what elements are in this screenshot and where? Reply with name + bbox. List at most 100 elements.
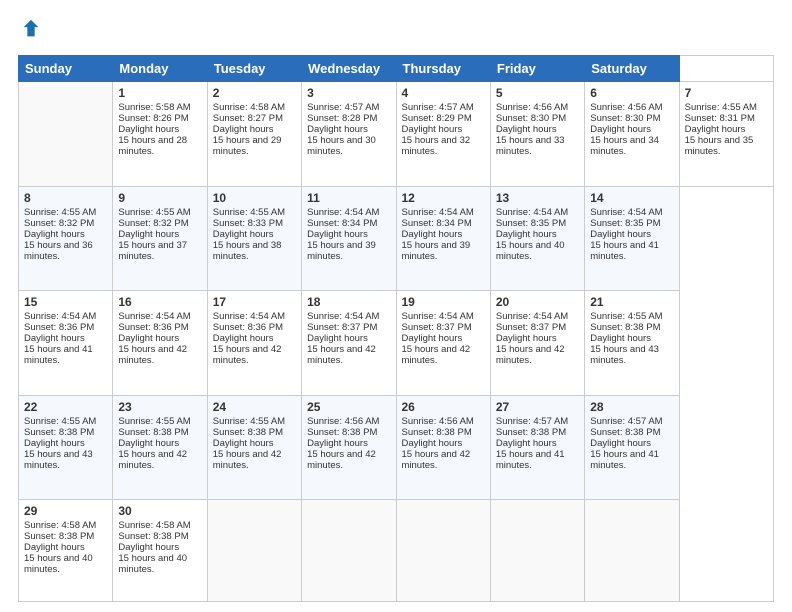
day-info: Sunrise: 5:58 AMSunset: 8:26 PMDaylight … [118,102,190,157]
day-cell: 12 Sunrise: 4:54 AMSunset: 8:34 PMDayligh… [396,186,490,291]
day-cell: 15 Sunrise: 4:54 AMSunset: 8:36 PMDayligh… [19,291,113,396]
day-number: 16 [118,295,201,309]
day-info: Sunrise: 4:57 AMSunset: 8:29 PMDaylight … [402,102,474,157]
week-row: 22 Sunrise: 4:55 AMSunset: 8:38 PMDayligh… [19,395,774,500]
day-cell: 16 Sunrise: 4:54 AMSunset: 8:36 PMDayligh… [113,291,207,396]
week-row: 8 Sunrise: 4:55 AMSunset: 8:32 PMDaylight… [19,186,774,291]
day-info: Sunrise: 4:58 AMSunset: 8:38 PMDaylight … [118,520,190,575]
day-cell: 2 Sunrise: 4:58 AMSunset: 8:27 PMDaylight… [207,82,301,187]
day-cell: 23 Sunrise: 4:55 AMSunset: 8:38 PMDayligh… [113,395,207,500]
col-header-monday: Monday [113,56,207,82]
day-number: 19 [402,295,485,309]
day-info: Sunrise: 4:54 AMSunset: 8:35 PMDaylight … [590,207,662,262]
header-row: SundayMondayTuesdayWednesdayThursdayFrid… [19,56,774,82]
day-number: 14 [590,191,673,205]
day-number: 5 [496,86,579,100]
day-number: 12 [402,191,485,205]
day-info: Sunrise: 4:54 AMSunset: 8:34 PMDaylight … [307,207,379,262]
day-cell: 18Sunrise: 4:54 AMSunset: 8:37 PMDayligh… [302,291,396,396]
day-info: Sunrise: 4:55 AMSunset: 8:38 PMDaylight … [213,416,285,471]
day-cell: 30 Sunrise: 4:58 AMSunset: 8:38 PMDayligh… [113,500,207,602]
day-number: 3 [307,86,390,100]
day-cell: 25 Sunrise: 4:56 AMSunset: 8:38 PMDayligh… [302,395,396,500]
day-cell: 22Sunrise: 4:55 AMSunset: 8:38 PMDayligh… [19,395,113,500]
day-number: 24 [213,400,296,414]
day-number: 25 [307,400,390,414]
day-cell: 13 Sunrise: 4:54 AMSunset: 8:35 PMDayligh… [490,186,584,291]
day-cell: 9 Sunrise: 4:55 AMSunset: 8:32 PMDaylight… [113,186,207,291]
day-info: Sunrise: 4:54 AMSunset: 8:35 PMDaylight … [496,207,568,262]
day-cell: 3 Sunrise: 4:57 AMSunset: 8:28 PMDaylight… [302,82,396,187]
day-info: Sunrise: 4:54 AMSunset: 8:34 PMDaylight … [402,207,474,262]
week-row: 1 Sunrise: 5:58 AMSunset: 8:26 PMDaylight… [19,82,774,187]
day-info: Sunrise: 4:56 AMSunset: 8:38 PMDaylight … [307,416,379,471]
day-number: 28 [590,400,673,414]
day-number: 8 [24,191,107,205]
day-cell [207,500,301,602]
col-header-wednesday: Wednesday [302,56,396,82]
day-number: 9 [118,191,201,205]
day-info: Sunrise: 4:58 AMSunset: 8:27 PMDaylight … [213,102,285,157]
day-info: Sunrise: 4:58 AMSunset: 8:38 PMDaylight … [24,520,96,575]
day-info: Sunrise: 4:54 AMSunset: 8:37 PMDaylight … [496,311,568,366]
day-cell: 19 Sunrise: 4:54 AMSunset: 8:37 PMDayligh… [396,291,490,396]
day-info: Sunrise: 4:54 AMSunset: 8:36 PMDaylight … [118,311,190,366]
calendar-page: SundayMondayTuesdayWednesdayThursdayFrid… [0,0,792,612]
day-cell: 14 Sunrise: 4:54 AMSunset: 8:35 PMDayligh… [585,186,679,291]
day-number: 4 [402,86,485,100]
day-number: 18 [307,295,390,309]
week-row: 15 Sunrise: 4:54 AMSunset: 8:36 PMDayligh… [19,291,774,396]
day-info: Sunrise: 4:55 AMSunset: 8:31 PMDaylight … [685,102,757,157]
day-cell: 26Sunrise: 4:56 AMSunset: 8:38 PMDayligh… [396,395,490,500]
day-number: 11 [307,191,390,205]
col-header-saturday: Saturday [585,56,679,82]
day-number: 13 [496,191,579,205]
day-info: Sunrise: 4:55 AMSunset: 8:32 PMDaylight … [118,207,190,262]
day-cell: 10 Sunrise: 4:55 AMSunset: 8:33 PMDayligh… [207,186,301,291]
day-cell: 5 Sunrise: 4:56 AMSunset: 8:30 PMDaylight… [490,82,584,187]
day-number: 10 [213,191,296,205]
day-number: 21 [590,295,673,309]
day-cell: 28 Sunrise: 4:57 AMSunset: 8:38 PMDayligh… [585,395,679,500]
logo [18,18,42,45]
day-cell [585,500,679,602]
day-number: 29 [24,504,107,518]
calendar-table: SundayMondayTuesdayWednesdayThursdayFrid… [18,55,774,602]
day-info: Sunrise: 4:57 AMSunset: 8:38 PMDaylight … [590,416,662,471]
day-cell [302,500,396,602]
day-info: Sunrise: 4:56 AMSunset: 8:30 PMDaylight … [496,102,568,157]
day-number: 15 [24,295,107,309]
day-cell: 20 Sunrise: 4:54 AMSunset: 8:37 PMDayligh… [490,291,584,396]
day-cell: 6 Sunrise: 4:56 AMSunset: 8:30 PMDaylight… [585,82,679,187]
day-cell: 24 Sunrise: 4:55 AMSunset: 8:38 PMDayligh… [207,395,301,500]
day-number: 7 [685,86,768,100]
day-number: 20 [496,295,579,309]
day-info: Sunrise: 4:57 AMSunset: 8:28 PMDaylight … [307,102,379,157]
day-cell: 29 Sunrise: 4:58 AMSunset: 8:38 PMDayligh… [19,500,113,602]
col-header-sunday: Sunday [19,56,113,82]
day-number: 1 [118,86,201,100]
day-number: 22 [24,400,107,414]
empty-cell [19,82,113,187]
day-number: 2 [213,86,296,100]
day-cell: 7 Sunrise: 4:55 AMSunset: 8:31 PMDaylight… [679,82,773,187]
day-cell [490,500,584,602]
day-cell: 4 Sunrise: 4:57 AMSunset: 8:29 PMDaylight… [396,82,490,187]
day-cell: 27Sunrise: 4:57 AMSunset: 8:38 PMDayligh… [490,395,584,500]
day-number: 23 [118,400,201,414]
day-info: Sunrise: 4:55 AMSunset: 8:33 PMDaylight … [213,207,285,262]
day-cell: 8Sunrise: 4:55 AMSunset: 8:32 PMDaylight… [19,186,113,291]
day-number: 30 [118,504,201,518]
day-info: Sunrise: 4:54 AMSunset: 8:36 PMDaylight … [24,311,96,366]
day-info: Sunrise: 4:54 AMSunset: 8:37 PMDaylight … [402,311,474,366]
day-cell: 21Sunrise: 4:55 AMSunset: 8:38 PMDayligh… [585,291,679,396]
day-info: Sunrise: 4:54 AMSunset: 8:36 PMDaylight … [213,311,285,366]
day-cell: 1 Sunrise: 5:58 AMSunset: 8:26 PMDaylight… [113,82,207,187]
day-cell [396,500,490,602]
day-info: Sunrise: 4:55 AMSunset: 8:38 PMDaylight … [118,416,190,471]
day-info: Sunrise: 4:56 AMSunset: 8:30 PMDaylight … [590,102,662,157]
day-number: 6 [590,86,673,100]
col-header-tuesday: Tuesday [207,56,301,82]
col-header-thursday: Thursday [396,56,490,82]
day-cell: 17Sunrise: 4:54 AMSunset: 8:36 PMDayligh… [207,291,301,396]
